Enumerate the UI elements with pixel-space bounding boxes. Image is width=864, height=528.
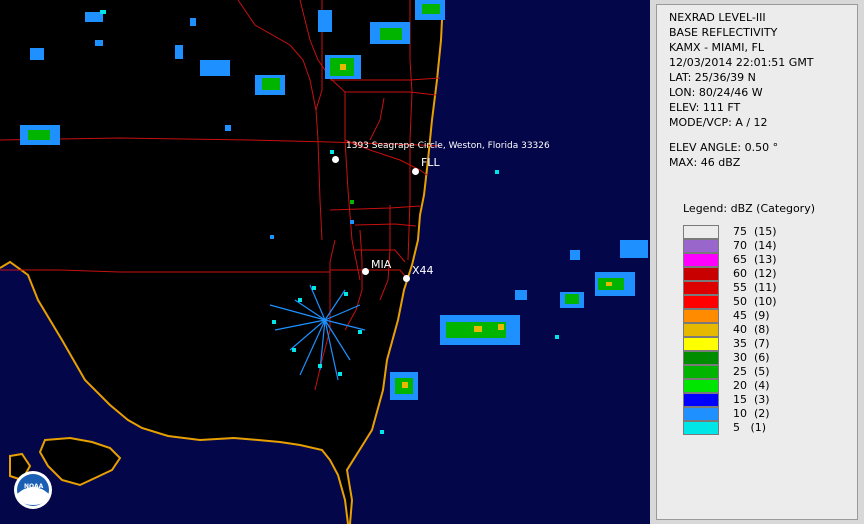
legend-swatch xyxy=(683,239,719,253)
legend-swatch xyxy=(683,421,719,435)
noaa-logo xyxy=(14,471,52,509)
legend-label: 55 (11) xyxy=(733,281,777,294)
noaa-logo-text: NOAA xyxy=(24,483,44,490)
legend-row: 35 (7) xyxy=(683,337,853,351)
legend-row: 20 (4) xyxy=(683,379,853,393)
legend-swatch xyxy=(683,351,719,365)
elevation-angle: ELEV ANGLE: 0.50 ° xyxy=(669,141,779,154)
ocean xyxy=(347,0,650,524)
legend-row: 50 (10) xyxy=(683,295,853,309)
scan-datetime: 12/03/2014 22:01:51 GMT xyxy=(669,56,814,69)
site-marker-mia xyxy=(362,268,369,275)
legend-swatch xyxy=(683,407,719,421)
legend-label: 10 (2) xyxy=(733,407,770,420)
legend-swatch xyxy=(683,337,719,351)
legend-title: Legend: dBZ (Category) xyxy=(683,202,815,215)
legend-row: 25 (5) xyxy=(683,365,853,379)
legend-row: 15 (3) xyxy=(683,393,853,407)
location-label: 1393 Seagrape Circle, Weston, Florida 33… xyxy=(346,141,550,151)
legend-row: 75 (15) xyxy=(683,225,853,239)
florida-bay xyxy=(0,262,348,524)
legend-label: 60 (12) xyxy=(733,267,777,280)
legend-row: 45 (9) xyxy=(683,309,853,323)
legend-swatch xyxy=(683,323,719,337)
legend-label: 40 (8) xyxy=(733,323,770,336)
legend-row: 40 (8) xyxy=(683,323,853,337)
legend-label: 70 (14) xyxy=(733,239,777,252)
legend-row: 10 (2) xyxy=(683,407,853,421)
legend-label: 15 (3) xyxy=(733,393,770,406)
legend-row: 55 (11) xyxy=(683,281,853,295)
radar-map-svg xyxy=(0,0,650,525)
legend-label: 45 (9) xyxy=(733,309,770,322)
legend-swatch xyxy=(683,365,719,379)
ground-clutter xyxy=(269,284,366,381)
site-label-fll: FLL xyxy=(421,156,440,169)
legend-label: 5 (1) xyxy=(733,421,767,434)
legend-row: 30 (6) xyxy=(683,351,853,365)
mode-vcp: MODE/VCP: A / 12 xyxy=(669,116,768,129)
site-marker-x44 xyxy=(403,275,410,282)
legend-swatch xyxy=(683,379,719,393)
legend-row: 5 (1) xyxy=(683,421,853,435)
station-elevation: ELEV: 111 FT xyxy=(669,101,741,114)
info-panel-inner: NEXRAD LEVEL-III BASE REFLECTIVITY KAMX … xyxy=(656,4,858,520)
info-panel: NEXRAD LEVEL-III BASE REFLECTIVITY KAMX … xyxy=(650,0,864,524)
station-name: KAMX - MIAMI, FL xyxy=(669,41,764,54)
site-label-mia: MIA xyxy=(371,258,392,271)
legend-swatch xyxy=(683,309,719,323)
legend-swatch xyxy=(683,253,719,267)
legend-swatch xyxy=(683,393,719,407)
legend-row: 65 (13) xyxy=(683,253,853,267)
legend-row: 70 (14) xyxy=(683,239,853,253)
site-marker-fll xyxy=(412,168,419,175)
legend-row: 60 (12) xyxy=(683,267,853,281)
legend-swatch xyxy=(683,281,719,295)
site-label-x44: X44 xyxy=(412,264,434,277)
station-latitude: LAT: 25/36/39 N xyxy=(669,71,756,84)
radar-map: 1393 Seagrape Circle, Weston, Florida 33… xyxy=(0,0,650,525)
legend-label: 30 (6) xyxy=(733,351,770,364)
legend-label: 50 (10) xyxy=(733,295,777,308)
legend-swatch xyxy=(683,295,719,309)
legend-swatch xyxy=(683,225,719,239)
location-marker xyxy=(332,156,339,163)
product-name: NEXRAD LEVEL-III xyxy=(669,11,766,24)
legend-label: 65 (13) xyxy=(733,253,777,266)
station-longitude: LON: 80/24/46 W xyxy=(669,86,763,99)
max-reflectivity: MAX: 46 dBZ xyxy=(669,156,741,169)
legend-label: 75 (15) xyxy=(733,225,777,238)
legend-label: 20 (4) xyxy=(733,379,770,392)
product-type: BASE REFLECTIVITY xyxy=(669,26,778,39)
legend-label: 25 (5) xyxy=(733,365,770,378)
roads xyxy=(0,0,441,391)
legend-label: 35 (7) xyxy=(733,337,770,350)
legend-swatch xyxy=(683,267,719,281)
